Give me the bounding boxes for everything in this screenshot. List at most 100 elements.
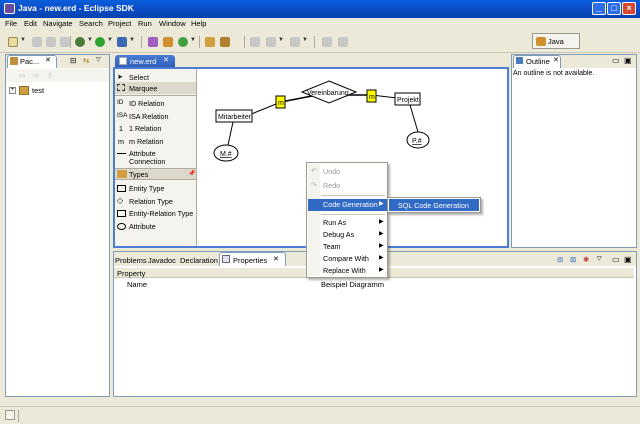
debug-icon[interactable]	[75, 37, 85, 47]
menu-edit[interactable]: Edit	[24, 19, 37, 28]
new-icon[interactable]	[8, 37, 18, 47]
maximize-view-icon[interactable]: ▣	[624, 56, 632, 65]
view-menu-icon[interactable]: ▽	[96, 56, 101, 63]
defaults-icon[interactable]: ✱	[583, 255, 589, 264]
palette-types-drawer[interactable]	[115, 168, 196, 180]
toolbar-separator	[70, 36, 71, 48]
menu-search[interactable]: Search	[79, 19, 103, 28]
save-all-icon[interactable]	[46, 37, 56, 47]
collapse-all-icon[interactable]: ⊟	[70, 56, 76, 65]
chevron-down-icon[interactable]: ▼	[190, 37, 196, 43]
palette-select[interactable]: Select	[129, 73, 149, 82]
open-type-icon[interactable]	[205, 37, 215, 47]
package-explorer-toolbar: ⇦ ⇨ ⇧	[6, 69, 109, 82]
close-icon[interactable]: ✕	[45, 56, 51, 64]
palette-attribute[interactable]: Attribute	[129, 222, 156, 231]
attribute-connection-line	[227, 121, 234, 146]
close-icon[interactable]: ✕	[163, 56, 169, 64]
tab-problems[interactable]: Problems	[115, 256, 147, 265]
chevron-down-icon[interactable]: ▼	[107, 37, 113, 43]
palette-entity-type[interactable]: Entity Type	[129, 184, 164, 193]
chevron-down-icon[interactable]: ▼	[20, 37, 26, 43]
attribute-connection-line	[409, 104, 419, 133]
menu-redo[interactable]: Redo	[307, 180, 387, 192]
file-icon	[119, 57, 127, 65]
menu-file[interactable]: File	[5, 19, 17, 28]
back-icon[interactable]: ⇦	[19, 71, 25, 80]
status-bar	[0, 406, 640, 424]
java-perspective-icon	[536, 37, 546, 46]
fast-view-icon[interactable]	[5, 410, 15, 420]
palette-attribute-connection-2[interactable]: Connection	[129, 157, 165, 166]
close-button[interactable]: ×	[622, 2, 636, 15]
new-package-icon[interactable]	[163, 37, 173, 47]
toggle-icon[interactable]	[338, 37, 348, 47]
tab-javadoc[interactable]: Javadoc	[148, 256, 176, 265]
forward-icon[interactable]: ⇨	[33, 71, 39, 80]
run-icon[interactable]	[95, 37, 105, 47]
property-name[interactable]: Name	[127, 280, 147, 289]
menu-run[interactable]: Run	[138, 19, 152, 28]
search-icon[interactable]	[220, 37, 230, 47]
up-icon[interactable]: ⇧	[47, 71, 53, 80]
palette-marquee[interactable]: Marquee	[129, 84, 157, 93]
palette-isa-relation[interactable]: ISA Relation	[129, 112, 169, 121]
menu-run-as[interactable]: Run As	[307, 217, 387, 229]
menu-sql-code-generation[interactable]: SQL Code Generation	[398, 201, 469, 210]
menu-help[interactable]: Help	[191, 19, 206, 28]
filter-icon[interactable]: ⊠	[570, 255, 576, 264]
print-icon[interactable]	[60, 37, 70, 47]
code-generation-submenu: SQL Code Generation	[387, 197, 481, 213]
save-icon[interactable]	[32, 37, 42, 47]
categories-icon[interactable]: ⊞	[557, 255, 563, 264]
menu-undo[interactable]: Undo	[307, 166, 387, 178]
chevron-down-icon[interactable]: ▼	[302, 37, 308, 43]
minimize-view-icon[interactable]: ▭	[612, 255, 620, 264]
view-menu-icon[interactable]: ▽	[597, 255, 602, 262]
menu-navigate[interactable]: Navigate	[43, 19, 73, 28]
menu-project[interactable]: Project	[108, 19, 131, 28]
external-tools-icon[interactable]	[117, 37, 127, 47]
new-java-project-icon[interactable]	[148, 37, 158, 47]
menu-window[interactable]: Window	[159, 19, 186, 28]
menu-team[interactable]: Team	[307, 241, 387, 253]
close-icon[interactable]: ✕	[553, 56, 559, 64]
menu-code-generation[interactable]: Code Generation	[307, 199, 387, 211]
link-editor-icon[interactable]: ⇆	[83, 56, 89, 65]
palette: ➤ Select Marquee ID ID Relation ISA ISA …	[115, 69, 197, 246]
chevron-down-icon[interactable]: ▼	[87, 37, 93, 43]
property-value[interactable]: Beispiel Diagramm	[321, 280, 384, 289]
previous-annotation-icon[interactable]	[250, 37, 260, 47]
menu-replace-with[interactable]: Replace With	[307, 265, 387, 277]
palette-id-relation[interactable]: ID Relation	[129, 99, 165, 108]
menu-separator	[321, 195, 385, 196]
palette-m-relation[interactable]: m Relation	[129, 137, 163, 146]
perspective-label[interactable]: Java	[548, 37, 564, 46]
minimize-button[interactable]: _	[592, 2, 606, 15]
eclipse-icon	[4, 3, 15, 14]
menu-compare-with[interactable]: Compare With	[307, 253, 387, 265]
palette-relation-type[interactable]: Relation Type	[129, 197, 173, 206]
pin-icon[interactable]: 📌	[188, 170, 195, 177]
palette-1-relation[interactable]: 1 Relation	[129, 124, 161, 133]
palette-entity-relation-type[interactable]: Entity-Relation Type	[129, 209, 193, 218]
back-icon[interactable]	[266, 37, 276, 47]
menu-debug-as[interactable]: Debug As	[307, 229, 387, 241]
tab-declaration[interactable]: Declaration	[180, 256, 218, 265]
chevron-down-icon[interactable]: ▼	[278, 37, 284, 43]
outline-message: An outline is not available.	[513, 70, 595, 77]
forward-icon[interactable]	[290, 37, 300, 47]
pin-icon[interactable]	[322, 37, 332, 47]
maximize-button[interactable]: □	[607, 2, 621, 15]
minimize-view-icon[interactable]: ▭	[612, 56, 620, 65]
close-icon[interactable]: ✕	[273, 255, 279, 263]
new-class-icon[interactable]	[178, 37, 188, 47]
entity-relation-type-icon	[117, 210, 126, 217]
one-relation-icon: 1	[119, 124, 123, 133]
chevron-down-icon[interactable]: ▼	[129, 37, 135, 43]
tree-item-test[interactable]: test	[32, 86, 44, 95]
submenu-arrow-icon: ▶	[379, 243, 384, 249]
properties-icon	[222, 255, 230, 263]
expand-icon[interactable]: +	[9, 87, 16, 94]
maximize-view-icon[interactable]: ▣	[624, 255, 632, 264]
